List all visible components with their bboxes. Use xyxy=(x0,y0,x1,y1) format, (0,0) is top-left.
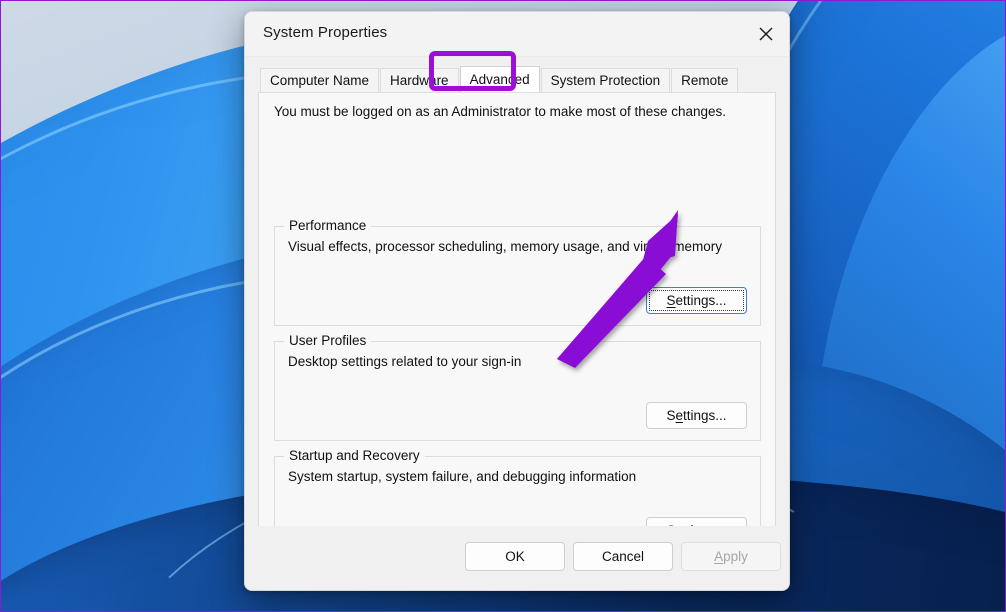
performance-settings-button[interactable]: Settings... xyxy=(646,287,747,314)
user-profiles-settings-button[interactable]: Settings... xyxy=(646,402,747,429)
performance-group-title: Performance xyxy=(284,218,372,233)
tab-computer-name[interactable]: Computer Name xyxy=(260,68,380,92)
user-profiles-settings-button-label: Settings... xyxy=(666,408,727,423)
startup-recovery-group-title: Startup and Recovery xyxy=(284,448,425,463)
startup-recovery-description: System startup, system failure, and debu… xyxy=(288,469,637,484)
dialog-titlebar[interactable]: System Properties xyxy=(245,12,789,57)
tab-system-protection[interactable]: System Protection xyxy=(540,68,671,92)
advanced-tab-page: You must be logged on as an Administrato… xyxy=(258,92,776,590)
tab-remote[interactable]: Remote xyxy=(671,68,739,92)
close-button[interactable] xyxy=(743,12,789,56)
tab-strip: Computer Name Hardware Advanced System P… xyxy=(245,65,789,92)
admin-notice-text: You must be logged on as an Administrato… xyxy=(274,104,727,119)
performance-group: Performance Visual effects, processor sc… xyxy=(274,218,761,326)
tab-hardware[interactable]: Hardware xyxy=(380,68,459,92)
apply-button-label: Apply xyxy=(714,549,748,564)
tab-advanced[interactable]: Advanced xyxy=(459,66,540,92)
dialog-title: System Properties xyxy=(263,24,388,41)
dialog-footer: OK Cancel Apply xyxy=(245,526,789,590)
user-profiles-description: Desktop settings related to your sign-in xyxy=(288,354,522,369)
user-profiles-group-title: User Profiles xyxy=(284,333,372,348)
screenshot-root: System Properties Computer Name Hardware… xyxy=(0,0,1006,612)
ok-button[interactable]: OK xyxy=(465,542,565,571)
system-properties-dialog: System Properties Computer Name Hardware… xyxy=(244,11,790,591)
close-icon xyxy=(759,27,773,41)
performance-description: Visual effects, processor scheduling, me… xyxy=(288,239,722,254)
apply-button: Apply xyxy=(681,542,781,571)
cancel-button[interactable]: Cancel xyxy=(573,542,673,571)
user-profiles-group: User Profiles Desktop settings related t… xyxy=(274,333,761,441)
performance-settings-button-label: Settings... xyxy=(666,293,727,308)
